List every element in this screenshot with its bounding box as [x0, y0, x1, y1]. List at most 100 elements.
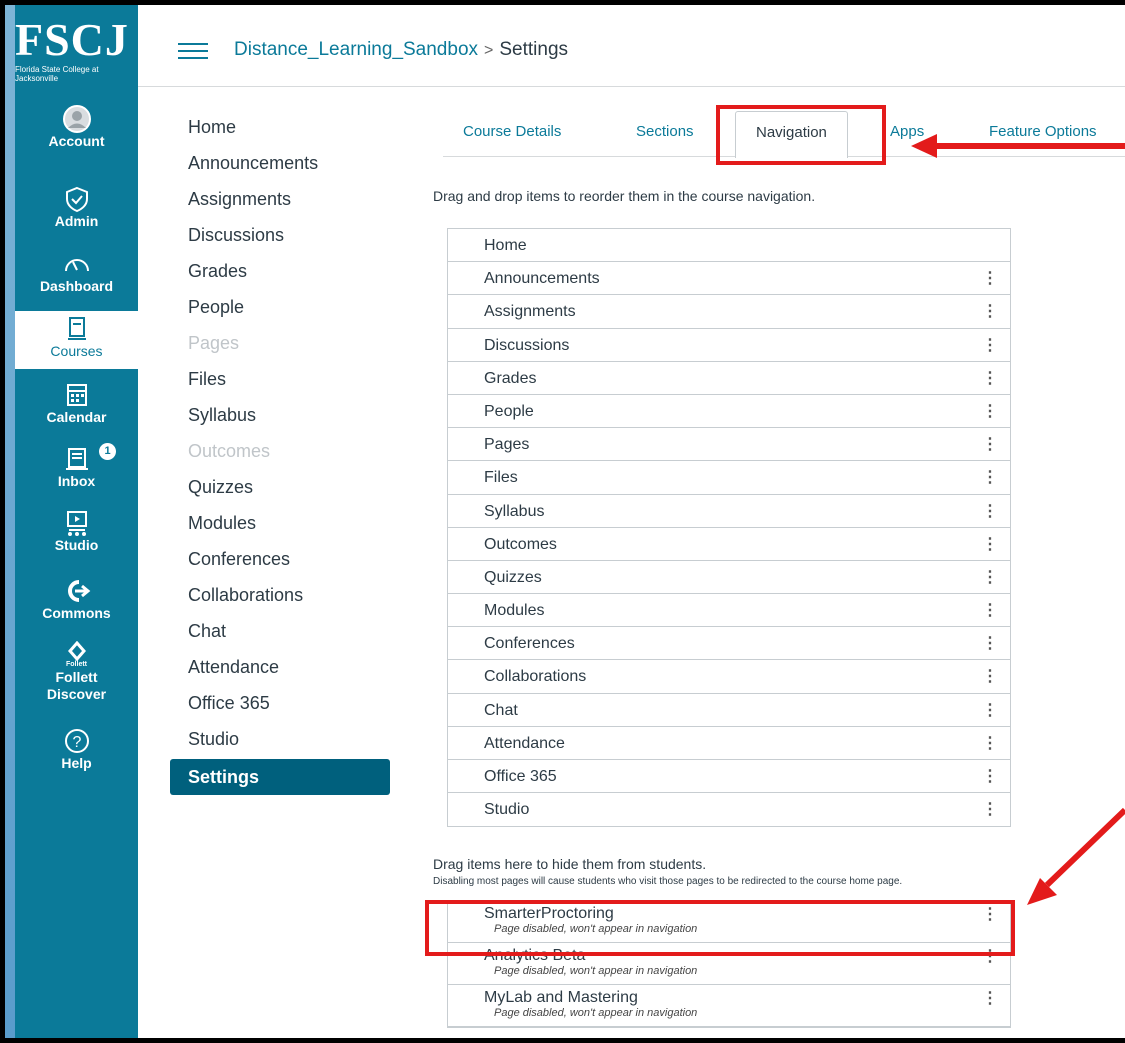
follett-icon-text: Follett: [66, 661, 87, 668]
kebab-menu-icon[interactable]: ⋮: [982, 594, 998, 627]
kebab-menu-icon[interactable]: ⋮: [982, 760, 998, 793]
course-nav-studio[interactable]: Studio: [170, 721, 400, 757]
kebab-menu-icon[interactable]: ⋮: [982, 461, 998, 494]
global-nav-account[interactable]: Account: [15, 105, 138, 149]
course-nav-collaborations[interactable]: Collaborations: [170, 577, 400, 613]
tab-sections[interactable]: Sections: [636, 123, 694, 140]
nav-item-label: Attendance: [484, 734, 565, 752]
nav-item-assignments[interactable]: Assignments ⋮: [448, 295, 1010, 329]
svg-text:?: ?: [72, 734, 81, 751]
dashboard-icon: [64, 259, 89, 272]
course-nav-announcements[interactable]: Announcements: [170, 145, 400, 181]
course-nav-syllabus[interactable]: Syllabus: [170, 397, 400, 433]
nav-item-syllabus[interactable]: Syllabus ⋮: [448, 495, 1010, 528]
annotation-box-navigation-tab: [716, 105, 886, 165]
hidden-item-status: Page disabled, won't appear in navigatio…: [494, 1007, 698, 1019]
nav-item-label: Discussions: [484, 336, 570, 354]
nav-item-pages[interactable]: Pages ⋮: [448, 428, 1010, 462]
course-nav-assignments[interactable]: Assignments: [170, 181, 400, 217]
course-nav-discussions[interactable]: Discussions: [170, 217, 400, 253]
global-nav-edge: [5, 5, 15, 1038]
kebab-menu-icon[interactable]: ⋮: [982, 528, 998, 561]
kebab-menu-icon[interactable]: ⋮: [982, 561, 998, 594]
course-nav-modules[interactable]: Modules: [170, 505, 400, 541]
breadcrumb-current-page: Settings: [499, 39, 569, 60]
global-nav: FSCJ Florida State College at Jacksonvil…: [5, 5, 138, 1038]
kebab-menu-icon[interactable]: ⋮: [982, 495, 998, 528]
kebab-menu-icon[interactable]: ⋮: [982, 395, 998, 428]
kebab-menu-icon[interactable]: ⋮: [982, 985, 998, 1013]
nav-item-label: Conferences: [484, 635, 575, 653]
kebab-menu-icon[interactable]: ⋮: [982, 295, 998, 328]
nav-item-studio[interactable]: Studio ⋮: [448, 793, 1010, 826]
courses-icon: [67, 317, 86, 340]
course-nav-conferences[interactable]: Conferences: [170, 541, 400, 577]
nav-item-collaborations[interactable]: Collaborations ⋮: [448, 660, 1010, 694]
kebab-menu-icon[interactable]: ⋮: [982, 329, 998, 362]
global-nav-label: Help: [61, 755, 92, 771]
kebab-menu-icon[interactable]: ⋮: [982, 694, 998, 727]
admin-icon: [65, 186, 88, 213]
kebab-menu-icon[interactable]: ⋮: [982, 428, 998, 461]
nav-item-outcomes[interactable]: Outcomes ⋮: [448, 528, 1010, 561]
follett-icon: [67, 641, 86, 661]
nav-item-label: Assignments: [484, 303, 576, 321]
nav-item-announcements[interactable]: Announcements ⋮: [448, 262, 1010, 296]
nav-item-chat[interactable]: Chat ⋮: [448, 694, 1010, 727]
logo-subtext: Florida State College at Jacksonville: [15, 65, 99, 83]
course-nav-grades[interactable]: Grades: [170, 253, 400, 289]
global-nav-inbox[interactable]: 1 Inbox: [15, 443, 138, 489]
course-nav-attendance[interactable]: Attendance: [170, 649, 400, 685]
course-nav-settings[interactable]: Settings: [170, 759, 390, 795]
course-nav-home[interactable]: Home: [170, 109, 400, 145]
course-nav-pages[interactable]: Pages: [170, 325, 400, 361]
breadcrumb-separator: >: [484, 42, 494, 59]
nav-item-home[interactable]: Home: [448, 229, 1010, 263]
tab-course-details[interactable]: Course Details: [463, 123, 561, 140]
nav-item-files[interactable]: Files ⋮: [448, 461, 1010, 495]
nav-item-discussions[interactable]: Discussions ⋮: [448, 329, 1010, 362]
nav-item-people[interactable]: People ⋮: [448, 395, 1010, 429]
account-icon: [62, 105, 91, 133]
course-nav-quizzes[interactable]: Quizzes: [170, 469, 400, 505]
kebab-menu-icon[interactable]: ⋮: [982, 627, 998, 660]
nav-item-quizzes[interactable]: Quizzes ⋮: [448, 561, 1010, 595]
page-header: Distance_Learning_Sandbox > Settings: [138, 5, 1125, 87]
global-nav-help[interactable]: ? Help: [15, 727, 138, 771]
nav-item-label: Studio: [484, 801, 530, 819]
tab-apps[interactable]: Apps: [890, 123, 924, 140]
nav-item-modules[interactable]: Modules ⋮: [448, 594, 1010, 628]
global-nav-calendar[interactable]: Calendar: [15, 381, 138, 425]
hidden-item-mylab-and-mastering[interactable]: MyLab and Mastering Page disabled, won't…: [448, 985, 1010, 1027]
kebab-menu-icon[interactable]: ⋮: [982, 262, 998, 295]
global-nav-label: Follett Discover: [46, 669, 107, 702]
breadcrumb-course-link[interactable]: Distance_Learning_Sandbox: [234, 39, 478, 60]
nav-item-office-365[interactable]: Office 365 ⋮: [448, 760, 1010, 794]
kebab-menu-icon[interactable]: ⋮: [982, 660, 998, 693]
help-icon: ?: [64, 729, 89, 753]
course-nav-files[interactable]: Files: [170, 361, 400, 397]
global-nav-studio[interactable]: Studio: [15, 509, 138, 553]
course-nav-office-365[interactable]: Office 365: [170, 685, 400, 721]
global-nav-commons[interactable]: Commons: [15, 577, 138, 621]
nav-item-conferences[interactable]: Conferences ⋮: [448, 627, 1010, 661]
kebab-menu-icon[interactable]: ⋮: [982, 362, 998, 395]
global-nav-admin[interactable]: Admin: [15, 185, 138, 229]
global-nav-courses[interactable]: Courses: [15, 311, 138, 369]
global-nav-follett-discover[interactable]: Follett Follett Discover: [15, 641, 138, 703]
course-nav-chat[interactable]: Chat: [170, 613, 400, 649]
kebab-menu-icon[interactable]: ⋮: [982, 727, 998, 760]
fscj-logo[interactable]: FSCJ Florida State College at Jacksonvil…: [15, 17, 138, 95]
course-nav-people[interactable]: People: [170, 289, 400, 325]
global-nav-dashboard[interactable]: Dashboard: [15, 250, 138, 294]
course-nav-outcomes[interactable]: Outcomes: [170, 433, 400, 469]
enabled-nav-list: Home Announcements ⋮ Assignments ⋮ Discuss…: [447, 228, 1011, 828]
kebab-menu-icon[interactable]: ⋮: [982, 793, 998, 826]
nav-item-grades[interactable]: Grades ⋮: [448, 362, 1010, 395]
reorder-instructions: Drag and drop items to reorder them in t…: [433, 188, 816, 204]
nav-item-attendance[interactable]: Attendance ⋮: [448, 727, 1010, 760]
hamburger-menu-icon[interactable]: [178, 43, 208, 63]
disable-warning: Disabling most pages will cause students…: [433, 876, 903, 887]
tab-feature-options[interactable]: Feature Options: [989, 123, 1097, 140]
global-nav-label: Inbox: [57, 473, 96, 489]
